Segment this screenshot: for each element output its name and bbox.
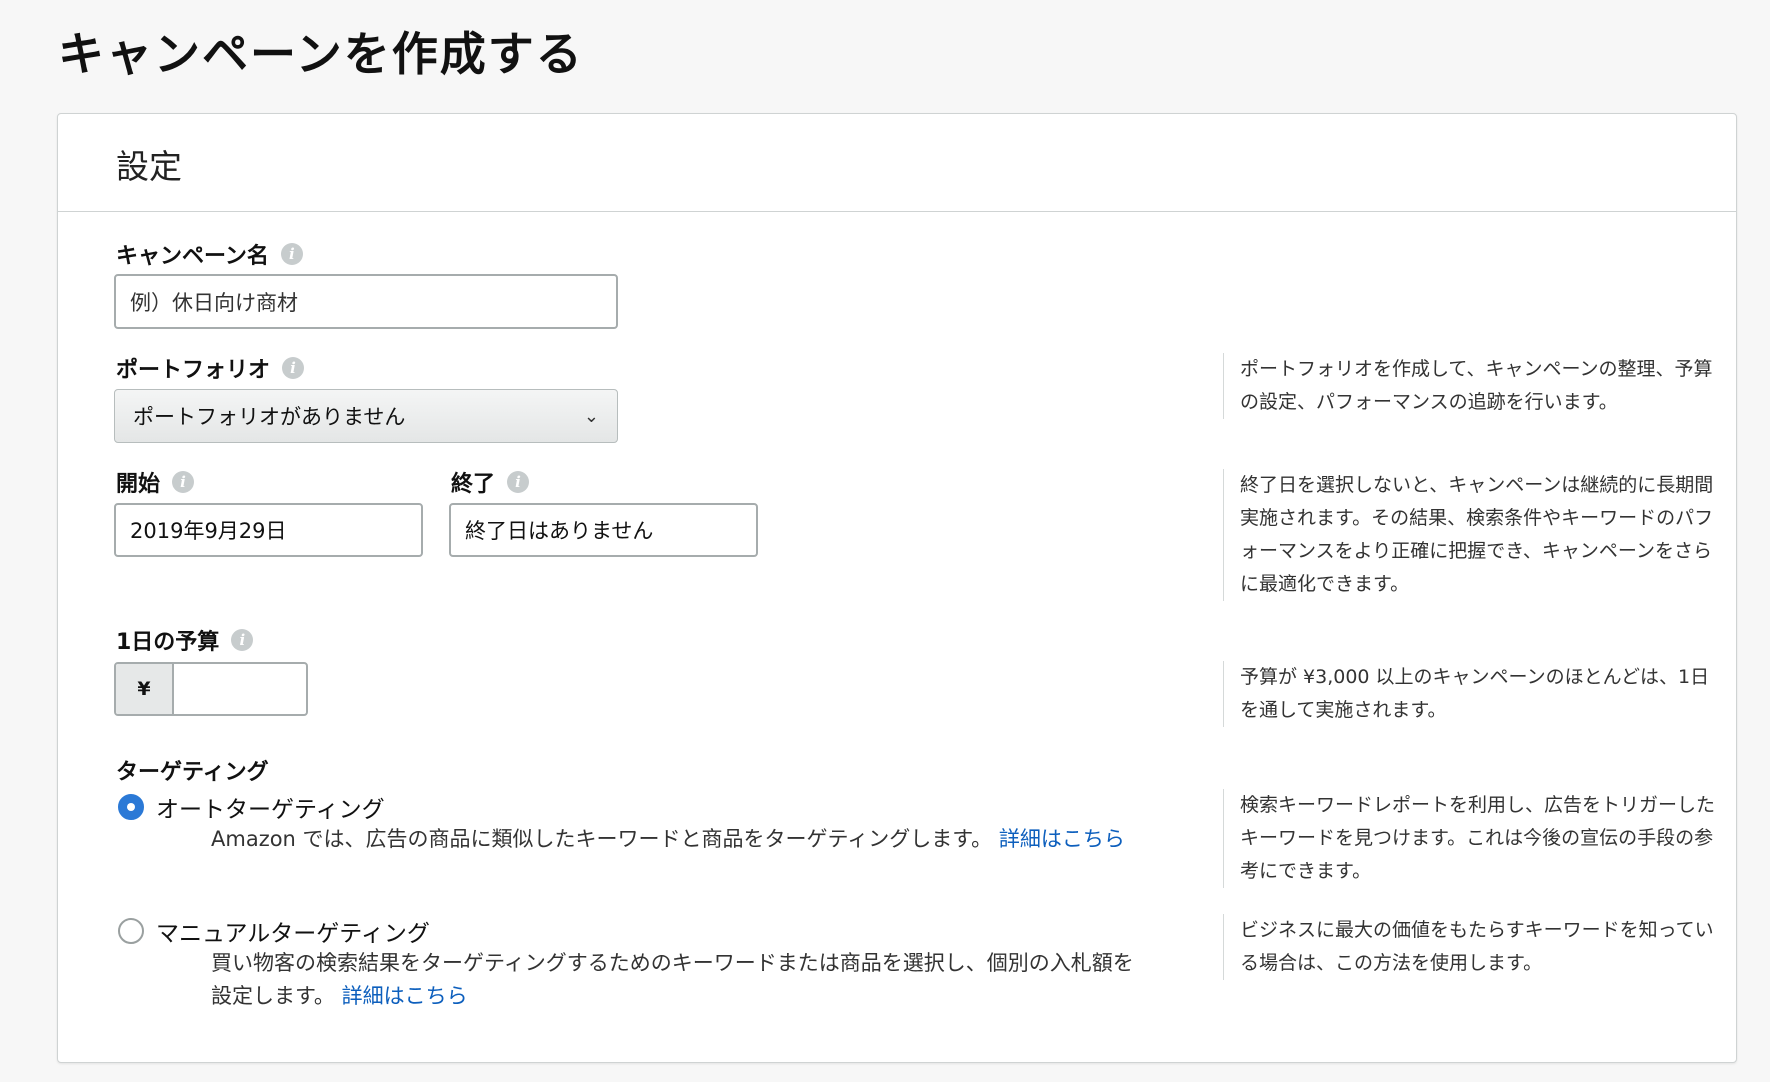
manual-targeting-learn-more-link[interactable]: 詳細はこちら [342, 984, 468, 1008]
auto-targeting-learn-more-link[interactable]: 詳細はこちら [999, 827, 1125, 851]
page-title: キャンペーンを作成する [58, 27, 584, 81]
auto-targeting-help: 検索キーワードレポートを利用し、広告をトリガーしたキーワードを見つけます。これは… [1223, 789, 1723, 888]
settings-card: 設定 キャンペーン名 i 例）休日向け商材 ポートフォリオ i ポートフォリオが… [57, 113, 1737, 1063]
budget-input[interactable] [174, 664, 306, 714]
auto-targeting-label: オートターゲティング [156, 797, 385, 823]
manual-targeting-label: マニュアルターゲティング [156, 921, 430, 947]
settings-title: 設定 [116, 147, 182, 186]
info-icon[interactable]: i [231, 629, 254, 651]
campaign-name-label: キャンペーン名 i [116, 238, 303, 270]
manual-targeting-description: 買い物客の検索結果をターゲティングするためのキーワードまたは商品を選択し、個別の… [211, 951, 1134, 1008]
chevron-down-icon: ⌄ [583, 405, 599, 427]
portfolio-label: ポートフォリオ i [116, 352, 305, 384]
currency-prefix: ¥ [116, 664, 174, 714]
start-date-input[interactable]: 2019年9月29日 [114, 503, 423, 557]
campaign-name-input[interactable]: 例）休日向け商材 [114, 274, 618, 329]
budget-help: 予算が ¥3,000 以上のキャンペーンのほとんどは、1日を通して実施されます。 [1223, 661, 1723, 727]
manual-targeting-help: ビジネスに最大の価値をもたらすキーワードを知っている場合は、この方法を使用します… [1223, 914, 1723, 980]
start-label: 開始 i [116, 466, 195, 498]
auto-targeting-option[interactable]: オートターゲティング [118, 790, 385, 824]
manual-targeting-radio[interactable] [118, 918, 144, 944]
targeting-label: ターゲティング [116, 760, 269, 785]
manual-targeting-option[interactable]: マニュアルターゲティング [118, 914, 430, 948]
info-icon[interactable]: i [280, 243, 303, 265]
auto-targeting-radio[interactable] [118, 794, 144, 820]
info-icon[interactable]: i [507, 471, 530, 493]
auto-targeting-description: Amazon では、広告の商品に類似したキーワードと商品をターゲティングします。… [211, 827, 1125, 851]
end-date-help: 終了日を選択しないと、キャンペーンは継続的に長期間実施されます。その結果、検索条… [1223, 469, 1723, 601]
budget-label: 1日の予算 i [116, 624, 254, 656]
end-label: 終了 i [451, 466, 530, 498]
settings-header: 設定 [58, 114, 1736, 212]
portfolio-help: ポートフォリオを作成して、キャンペーンの整理、予算の設定、パフォーマンスの追跡を… [1223, 353, 1723, 419]
info-icon[interactable]: i [282, 357, 305, 379]
portfolio-select[interactable]: ポートフォリオがありません ⌄ [114, 389, 618, 443]
budget-input-group: ¥ [114, 662, 308, 716]
end-date-input[interactable]: 終了日はありません [449, 503, 758, 557]
info-icon[interactable]: i [172, 471, 195, 493]
